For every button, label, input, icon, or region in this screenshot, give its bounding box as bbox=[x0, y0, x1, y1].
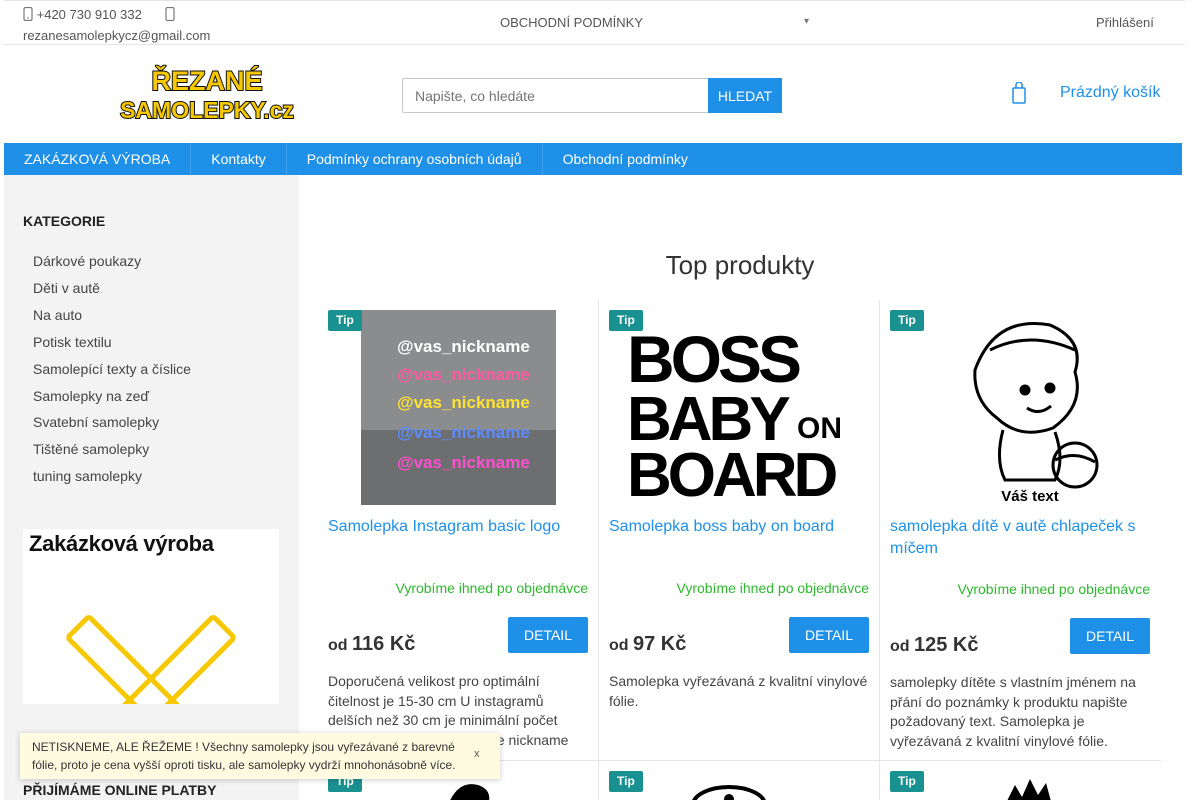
tip-badge: Tip bbox=[890, 771, 924, 792]
info-notice: NETISKNEME, ALE ŘEŽEME ! Všechny samolep… bbox=[20, 733, 500, 779]
product-name[interactable]: samolepka dítě v autě chlapeček s míčem bbox=[890, 516, 1150, 560]
category-item[interactable]: Na auto bbox=[33, 302, 191, 329]
phone-icon bbox=[23, 7, 33, 21]
price-prefix: od bbox=[890, 638, 910, 655]
svg-text:@vas_nickname: @vas_nickname bbox=[397, 393, 530, 412]
cart[interactable]: Prázdný košík bbox=[1012, 82, 1160, 104]
nav-item-contacts[interactable]: Kontakty bbox=[191, 143, 287, 175]
product-card: @vas_nickname @vas_nickname @vas_nicknam… bbox=[318, 300, 598, 760]
categories-title: KATEGORIE bbox=[23, 213, 106, 229]
svg-text:@vas_nickname: @vas_nickname bbox=[397, 423, 530, 442]
svg-text:@vas_nickname: @vas_nickname bbox=[397, 365, 530, 384]
banner-title: Zakázková výroba bbox=[29, 531, 214, 556]
product-name[interactable]: Samolepka boss baby on board bbox=[609, 516, 869, 538]
svg-text:BOARD: BOARD bbox=[627, 441, 837, 505]
search-input[interactable] bbox=[402, 78, 708, 113]
product-name[interactable]: Samolepka Instagram basic logo bbox=[328, 516, 588, 538]
category-item[interactable]: Potisk textilu bbox=[33, 329, 191, 356]
product-image[interactable]: Váš text bbox=[935, 310, 1125, 505]
product-card: BOSS BABY ON BOARD Tip Samolepka boss ba… bbox=[599, 300, 879, 760]
category-item[interactable]: Tištěné samolepky bbox=[33, 436, 191, 463]
price-amount: 125 Kč bbox=[914, 634, 979, 656]
product-price: od 116 Kč bbox=[328, 633, 415, 656]
stock-status: Vyrobíme ihned po objednávce bbox=[957, 581, 1151, 597]
cart-icon bbox=[1012, 82, 1026, 104]
sidebar: KATEGORIE Dárkové poukazy Děti v autě Na… bbox=[4, 175, 299, 800]
email-address[interactable]: rezanesamolepkycz@gmail.com bbox=[23, 25, 243, 46]
contact-info: +420 730 910 332 rezanesamolepkycz@gmail… bbox=[23, 4, 243, 46]
logo-text-line2: SAMOLEPKY.cz bbox=[120, 97, 294, 122]
product-image[interactable]: BOSS BABY ON BOARD bbox=[619, 310, 859, 510]
main-nav: ZAKÁZKOVÁ VÝROBA Kontakty Podmínky ochra… bbox=[4, 143, 1182, 175]
product-price: od 97 Kč bbox=[609, 633, 686, 656]
product-card: Váš text Tip samolepka dítě v autě chlap… bbox=[880, 300, 1160, 760]
tip-badge: Tip bbox=[609, 771, 643, 792]
category-item[interactable]: Samolepky na zeď bbox=[33, 383, 191, 410]
stock-status: Vyrobíme ihned po objednávce bbox=[676, 580, 870, 596]
price-amount: 116 Kč bbox=[352, 633, 416, 655]
top-bar: +420 730 910 332 rezanesamolepkycz@gmail… bbox=[4, 0, 1185, 45]
site-logo[interactable]: ŘEZANÉ SAMOLEPKY.cz bbox=[114, 64, 300, 124]
detail-button[interactable]: DETAIL bbox=[1070, 618, 1150, 654]
detail-button[interactable]: DETAIL bbox=[789, 617, 869, 653]
product-image[interactable] bbox=[1000, 775, 1060, 800]
nav-item-privacy[interactable]: Podmínky ochrany osobních údajů bbox=[287, 143, 543, 175]
notice-text: NETISKNEME, ALE ŘEŽEME ! Všechny samolep… bbox=[32, 740, 456, 772]
nav-item-custom-production[interactable]: ZAKÁZKOVÁ VÝROBA bbox=[4, 143, 192, 175]
svg-text:Váš text: Váš text bbox=[1001, 488, 1059, 505]
product-image[interactable] bbox=[689, 777, 769, 800]
tip-badge: Tip bbox=[890, 310, 924, 331]
product-description: samolepky dítěte s vlastním jménem na př… bbox=[890, 674, 1136, 749]
price-amount: 97 Kč bbox=[633, 633, 687, 655]
product-price: od 125 Kč bbox=[890, 634, 979, 657]
terms-link[interactable]: OBCHODNÍ PODMÍNKY bbox=[500, 15, 643, 30]
product-description: Samolepka vyřezávaná z kvalitní vinylové… bbox=[609, 673, 868, 709]
page-title: Top produkty bbox=[665, 250, 815, 280]
category-item[interactable]: Dárkové poukazy bbox=[33, 248, 191, 275]
tip-badge: Tip bbox=[328, 310, 362, 331]
chevron-down-icon[interactable]: ▾ bbox=[804, 16, 809, 27]
product-card: Tip bbox=[599, 761, 879, 800]
detail-button[interactable]: DETAIL bbox=[508, 617, 588, 653]
search-bar: HLEDAT bbox=[402, 78, 782, 113]
price-prefix: od bbox=[328, 637, 348, 654]
phone-number[interactable]: +420 730 910 332 bbox=[37, 7, 142, 22]
cart-label[interactable]: Prázdný košík bbox=[1060, 84, 1160, 102]
category-item[interactable]: tuning samolepky bbox=[33, 463, 191, 490]
tip-badge: Tip bbox=[609, 310, 643, 331]
category-list: Dárkové poukazy Děti v autě Na auto Poti… bbox=[33, 248, 191, 490]
payments-title: PŘIJÍMÁME ONLINE PLATBY bbox=[23, 782, 217, 798]
stock-status: Vyrobíme ihned po objednávce bbox=[395, 580, 589, 596]
product-image[interactable]: @vas_nickname @vas_nickname @vas_nicknam… bbox=[361, 310, 556, 505]
custom-production-banner[interactable]: Zakázková výroba bbox=[23, 529, 279, 704]
close-icon[interactable]: x bbox=[474, 748, 480, 760]
svg-text:@vas_nickname: @vas_nickname bbox=[397, 453, 530, 472]
price-prefix: od bbox=[609, 637, 629, 654]
svg-text:@vas_nickname: @vas_nickname bbox=[397, 337, 530, 356]
search-button[interactable]: HLEDAT bbox=[708, 78, 782, 113]
category-item[interactable]: Svatební samolepky bbox=[33, 409, 191, 436]
nav-item-terms[interactable]: Obchodní podmínky bbox=[543, 143, 708, 175]
category-item[interactable]: Děti v autě bbox=[33, 275, 191, 302]
mail-icon bbox=[165, 7, 176, 21]
logo-text-line1: ŘEZANÉ bbox=[151, 65, 262, 96]
login-link[interactable]: Přihlášení bbox=[1096, 15, 1154, 30]
category-item[interactable]: Samolepící texty a číslice bbox=[33, 356, 191, 383]
product-card: Tip bbox=[880, 761, 1160, 800]
